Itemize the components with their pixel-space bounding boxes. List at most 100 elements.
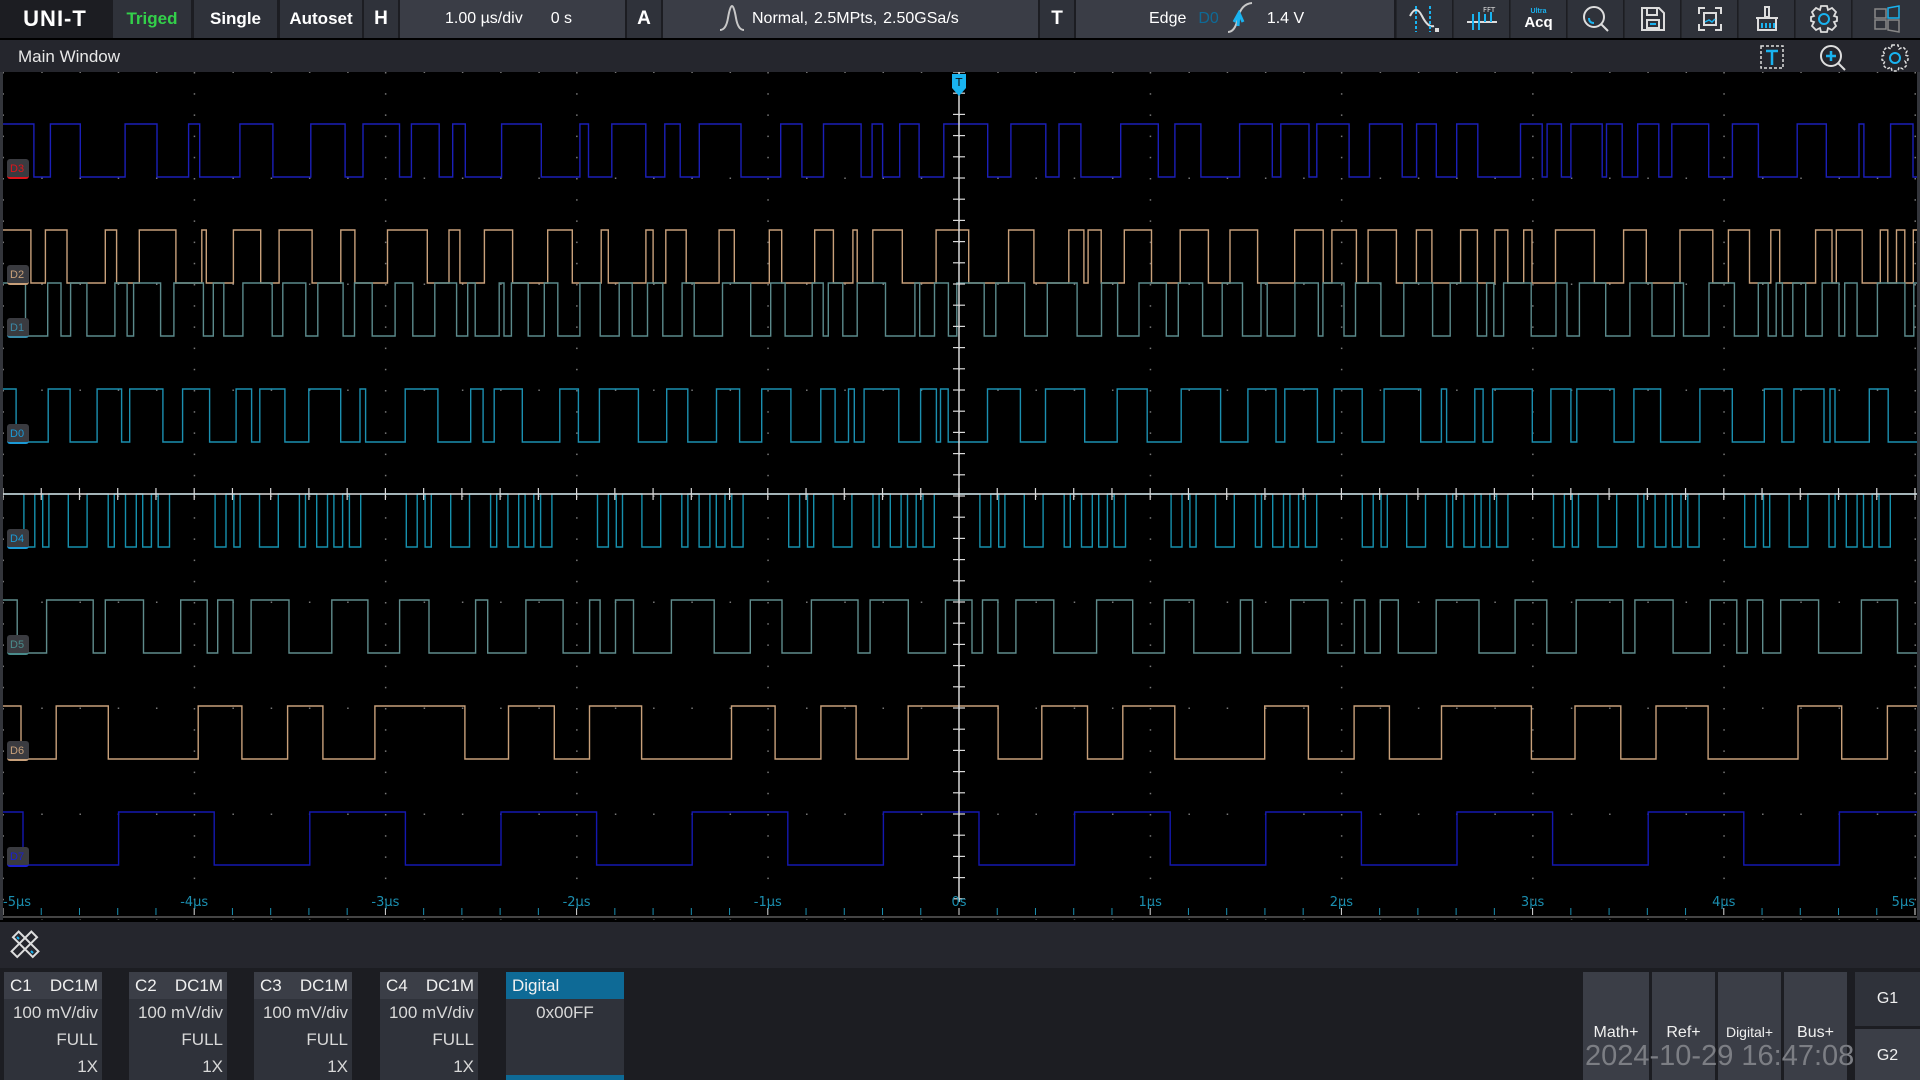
ultra-acq-button[interactable]: Ultra Acq (1510, 0, 1566, 38)
grid-dot (767, 284, 769, 286)
grid-dot (500, 919, 502, 920)
grid-dot (1570, 919, 1573, 920)
grid-dot (41, 283, 43, 285)
grid-dot (1762, 707, 1764, 709)
grid-dot (1340, 835, 1343, 837)
grid-dot (1149, 411, 1152, 413)
run-stop-button[interactable]: Triged (113, 0, 191, 38)
g1-button[interactable]: G1 (1855, 972, 1920, 1026)
g2-button[interactable]: G2 (1855, 1029, 1920, 1080)
grid-dot (3, 262, 4, 265)
channel-label-d7[interactable]: D7 (7, 847, 29, 867)
text-label-button[interactable] (1758, 43, 1786, 71)
zoom-in-button[interactable] (1818, 43, 1846, 71)
grid-dot (1723, 856, 1725, 858)
grid-dot (1149, 559, 1152, 562)
acquire-settings[interactable]: Normal, 2.5MPts, 2.50GSa/s (663, 0, 1038, 38)
channel-label-d3[interactable]: D3 (7, 159, 29, 179)
channel-c2-panel[interactable]: C2 DC1M 100 mV/div FULL 1X (129, 972, 227, 1080)
cursor-measure-button[interactable] (1396, 0, 1452, 38)
search-button[interactable] (1567, 0, 1623, 38)
trigger-settings[interactable]: Edge D0 1.4 V (1076, 0, 1394, 38)
grid-dot (767, 665, 769, 668)
grid-dot (1532, 517, 1534, 519)
ref-add-button[interactable]: Ref+ (1652, 972, 1715, 1080)
trigger-menu-button[interactable]: T (1040, 0, 1074, 38)
grid-dot (384, 559, 387, 562)
horizontal-settings[interactable]: 1.00 µs/div 0 s (400, 0, 625, 38)
fft-button[interactable]: FFT (1453, 0, 1509, 38)
grid-dot (1914, 199, 1916, 201)
grid-dot (576, 750, 578, 752)
cursor-measure-icon (1408, 4, 1442, 34)
window-settings-button[interactable] (1880, 43, 1909, 72)
grid-dot (1532, 750, 1534, 752)
grid-dot (1723, 156, 1725, 159)
horizontal-menu-button[interactable]: H (364, 0, 398, 38)
grid-dot (1340, 368, 1343, 371)
channel-c4-panel[interactable]: C4 DC1M 100 mV/div FULL 1X (380, 972, 478, 1080)
grid-dot (1073, 919, 1076, 920)
grid-dot (1456, 707, 1458, 709)
grid-dot (1340, 178, 1343, 180)
grid-dot (1494, 72, 1496, 73)
grid-dot (576, 729, 578, 731)
channel-label-d5[interactable]: D5 (7, 635, 29, 655)
waveform-display[interactable]: T -5µs -4µs -3µs -2µs -1µs 0s 1µs 2µs 3µs 4µs 5µs D… (0, 72, 1920, 920)
channel-label-d4[interactable]: D4 (7, 529, 29, 549)
channel-coupling: DC1M (174, 976, 223, 995)
grid-dot (423, 72, 426, 73)
grid-dot (384, 72, 387, 74)
window-layout-button[interactable] (1852, 0, 1920, 38)
grid-dot (1723, 835, 1725, 837)
clear-button[interactable] (1738, 0, 1794, 38)
grid-dot (1226, 601, 1229, 603)
grid-dot (1914, 411, 1916, 413)
bus-add-button[interactable]: Bus+ (1784, 972, 1847, 1080)
grid-dot (1723, 262, 1725, 265)
screenshot-button[interactable] (1681, 0, 1737, 38)
single-button[interactable]: Single (194, 0, 277, 38)
grid-dot (1340, 792, 1343, 795)
grid-dot (1340, 411, 1343, 413)
settings-button[interactable] (1795, 0, 1851, 38)
acquire-menu-button[interactable]: A (627, 0, 661, 38)
grid-dot (384, 644, 387, 646)
grid-dot (1340, 750, 1343, 752)
grid-dot (1073, 389, 1076, 391)
channel-label-d6[interactable]: D6 (7, 741, 29, 761)
digital-add-button[interactable]: Digital+ (1718, 972, 1781, 1080)
channel-label-d2[interactable]: D2 (7, 265, 29, 285)
grid-dot (767, 347, 769, 350)
grid-dot (882, 389, 885, 391)
grid-dot (1570, 177, 1573, 179)
grid-dot (1914, 771, 1916, 774)
grid-dot (767, 644, 769, 646)
grid-dot (1723, 114, 1725, 116)
grid-dot (384, 792, 387, 795)
digital-panel[interactable]: Digital 0x00FF (506, 972, 624, 1080)
math-add-button[interactable]: Math+ (1583, 972, 1649, 1080)
channel-label-d0[interactable]: D0 (7, 424, 29, 444)
measure-tools-button[interactable] (8, 928, 42, 967)
save-button[interactable] (1624, 0, 1680, 38)
tool-strip (0, 922, 1920, 968)
autoset-button[interactable]: Autoset (280, 0, 362, 38)
grid-dot (1456, 389, 1458, 391)
grid-dot (193, 580, 196, 583)
channel-c1-panel[interactable]: C1 DC1M 100 mV/div FULL 1X (4, 972, 102, 1080)
grid-dot (1340, 623, 1343, 625)
channel-label-d1[interactable]: D1 (7, 318, 29, 338)
grid-dot (1417, 283, 1420, 285)
grid-dot (1340, 199, 1343, 201)
grid-dot (767, 517, 769, 519)
settings-icon (1809, 4, 1839, 34)
grid-dot (1838, 919, 1841, 920)
grid-dot (3, 750, 4, 752)
grid-dot (384, 580, 387, 583)
grid-dot (1723, 72, 1725, 74)
grid-dot (1340, 72, 1343, 74)
grid-dot (384, 220, 387, 222)
channel-c3-panel[interactable]: C3 DC1M 100 mV/div FULL 1X (254, 972, 352, 1080)
grid-dot (1723, 93, 1725, 95)
